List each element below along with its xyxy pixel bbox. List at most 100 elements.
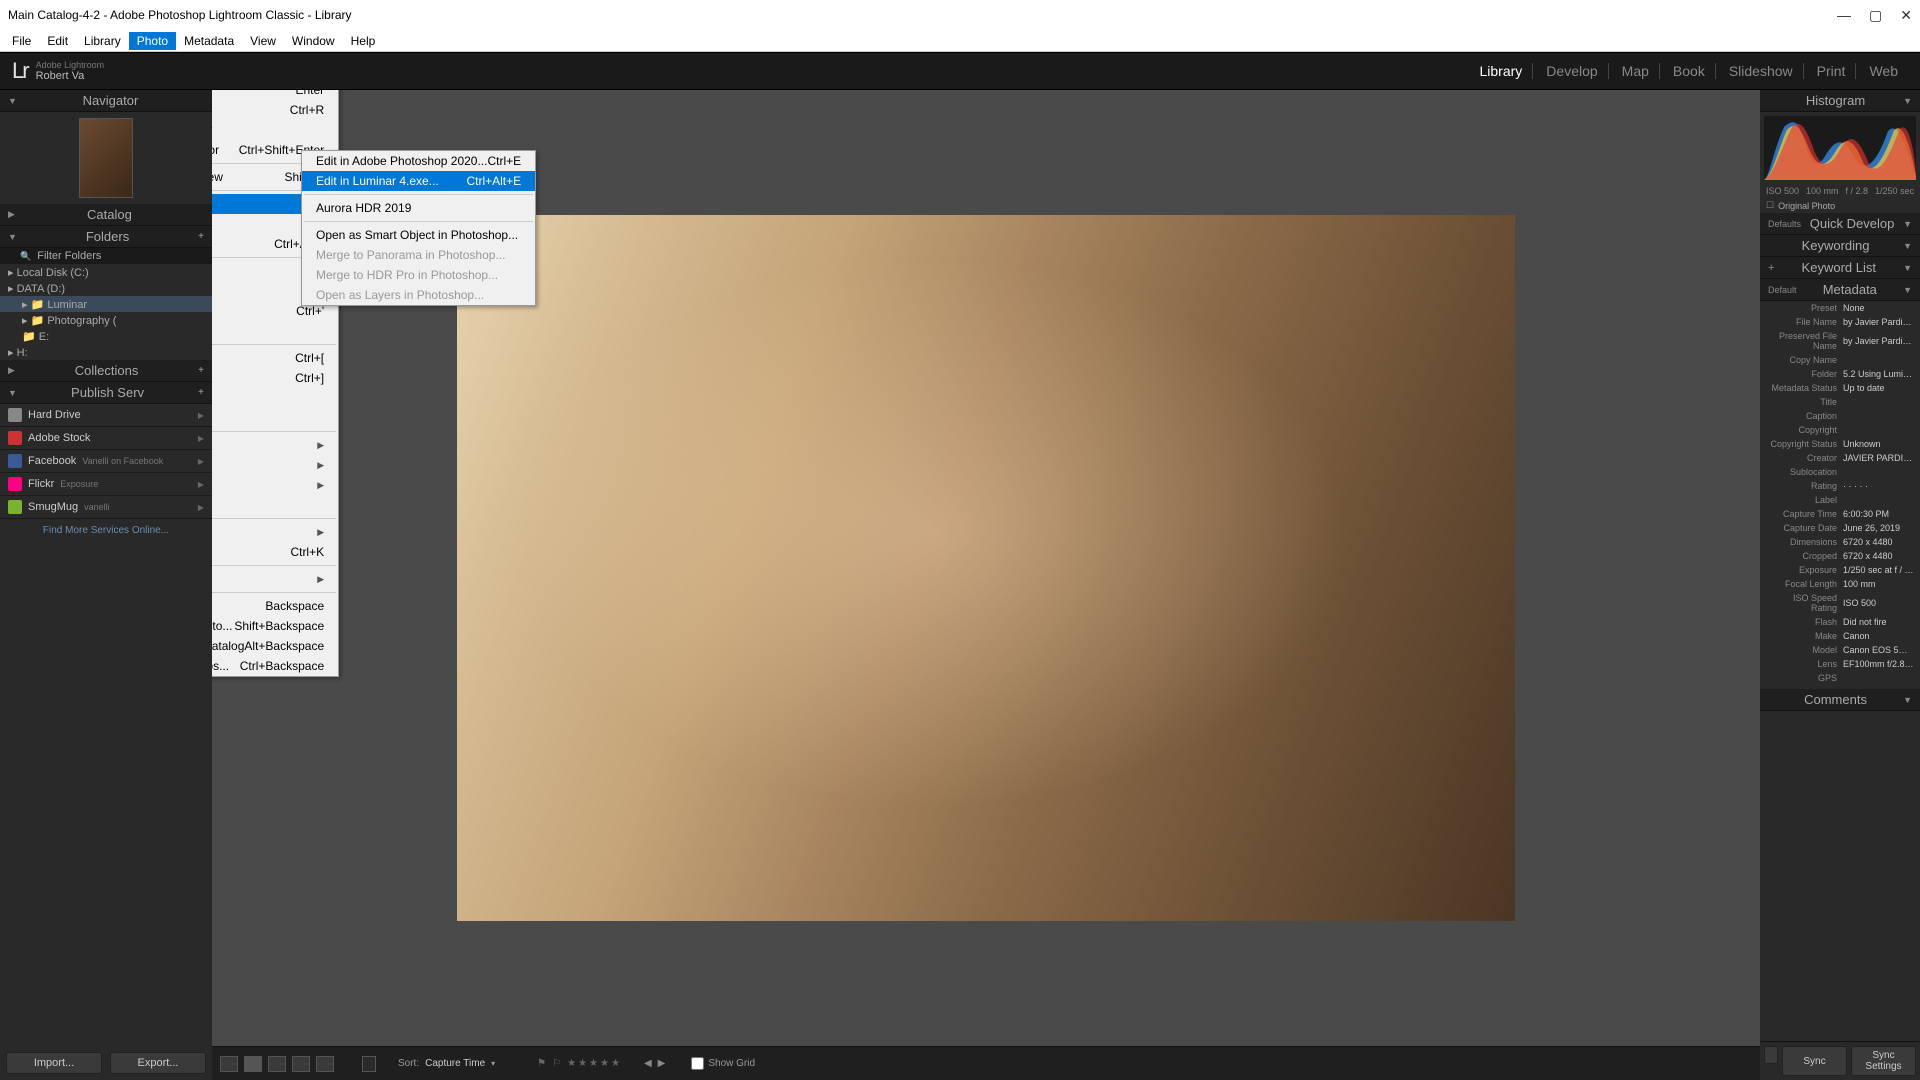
publish-flickr[interactable]: FlickrExposure▶ (0, 473, 212, 496)
module-print[interactable]: Print (1807, 63, 1857, 79)
flag-reject-icon[interactable]: ⚐ (552, 1058, 561, 1069)
publish-facebook[interactable]: FacebookVanelli on Facebook▶ (0, 450, 212, 473)
menu-view[interactable]: View (242, 32, 284, 50)
folder-row[interactable]: ▸ DATA (D:) (0, 280, 212, 296)
meta-title[interactable]: Title (1760, 395, 1920, 409)
publish-smugmug[interactable]: SmugMugvanelli▶ (0, 496, 212, 519)
sort-value[interactable]: Capture Time (425, 1058, 485, 1069)
meta-preserved-file-name[interactable]: Preserved File Nameby Javier Pardina.CR2 (1760, 329, 1920, 353)
meta-folder[interactable]: Folder5.2 Using Luminar... (1760, 367, 1920, 381)
sort-dropdown-icon[interactable]: ▾ (491, 1059, 495, 1068)
find-more-services[interactable]: Find More Services Online... (0, 519, 212, 542)
menuitem-flip-vertical[interactable]: Flip Vertical (212, 408, 338, 428)
menuitem-flip-horizontal[interactable]: Flip Horizontal (212, 388, 338, 408)
meta-gps[interactable]: GPS (1760, 671, 1920, 685)
image-canvas[interactable]: Add to Quick CollectionBZoom In on Loupe… (212, 90, 1760, 1046)
menuitem-remove-selected-photo[interactable]: Remove Selected Photo...Shift+Backspace (212, 616, 338, 636)
show-grid-checkbox[interactable] (691, 1057, 704, 1070)
publish-adobe-stock[interactable]: Adobe Stock▶ (0, 427, 212, 450)
collections-header[interactable]: ▶Collections+ (0, 360, 212, 382)
meta-copy-name[interactable]: Copy Name (1760, 353, 1920, 367)
menuitem-remove-photo-from-catalog[interactable]: Remove Photo from CatalogAlt+Backspace (212, 636, 338, 656)
sync-button[interactable]: Sync (1782, 1046, 1847, 1076)
metadata-header[interactable]: DefaultMetadata▼ (1760, 279, 1920, 301)
menuitem-delete-rejected-photos[interactable]: Delete Rejected Photos...Ctrl+Backspace (212, 656, 338, 676)
menuitem-remove-photo[interactable]: Remove Photo...Backspace (212, 596, 338, 616)
meta-caption[interactable]: Caption (1760, 409, 1920, 423)
preset-row[interactable]: PresetNone (1760, 301, 1920, 315)
menu-window[interactable]: Window (284, 32, 343, 50)
menu-edit[interactable]: Edit (39, 32, 76, 50)
meta-dimensions[interactable]: Dimensions6720 x 4480 (1760, 535, 1920, 549)
close-icon[interactable]: ✕ (1900, 7, 1912, 24)
import-button[interactable]: Import... (6, 1052, 102, 1074)
rating-stars[interactable]: ★★★★★ (567, 1058, 622, 1069)
meta-flash[interactable]: FlashDid not fire (1760, 615, 1920, 629)
meta-iso-speed-rating[interactable]: ISO Speed RatingISO 500 (1760, 591, 1920, 615)
meta-make[interactable]: MakeCanon (1760, 629, 1920, 643)
menu-library[interactable]: Library (76, 32, 129, 50)
meta-capture-time[interactable]: Capture Time6:00:30 PM (1760, 507, 1920, 521)
menuitem-develop-settings[interactable]: Develop Settings▶ (212, 569, 338, 589)
folders-header[interactable]: ▼Folders+ (0, 226, 212, 248)
filter-folders[interactable]: 🔍 Filter Folders (0, 248, 212, 264)
meta-focal-length[interactable]: Focal Length100 mm (1760, 577, 1920, 591)
menuitem-zoom-in-on-loupe[interactable]: Zoom In on LoupeEnter (212, 90, 338, 100)
module-slideshow[interactable]: Slideshow (1719, 63, 1804, 79)
meta-copyright-status[interactable]: Copyright StatusUnknown (1760, 437, 1920, 451)
next-photo-icon[interactable]: ▶ (658, 1058, 666, 1069)
menuitem-set-rating[interactable]: Set Rating▶ (212, 455, 338, 475)
prev-photo-icon[interactable]: ◀ (644, 1058, 652, 1069)
histogram[interactable] (1764, 116, 1916, 180)
loupe-view-icon[interactable] (244, 1056, 262, 1072)
menu-photo[interactable]: Photo (129, 32, 176, 50)
survey-view-icon[interactable] (292, 1056, 310, 1072)
module-web[interactable]: Web (1859, 63, 1908, 79)
comments-header[interactable]: Comments▼ (1760, 689, 1920, 711)
meta-label[interactable]: Label (1760, 493, 1920, 507)
sync-toggle[interactable] (1764, 1046, 1778, 1064)
meta-sublocation[interactable]: Sublocation (1760, 465, 1920, 479)
flag-pick-icon[interactable]: ⚑ (537, 1058, 546, 1069)
menuitem-edit-in-adobe-photoshop-2020[interactable]: Edit in Adobe Photoshop 2020...Ctrl+E (302, 151, 535, 171)
navigator-thumbnail[interactable] (79, 118, 133, 198)
quick-develop-header[interactable]: DefaultsQuick Develop▼ (1760, 213, 1920, 235)
painter-icon[interactable] (362, 1056, 376, 1072)
folder-row[interactable]: ▸ H: (0, 344, 212, 360)
publish-header[interactable]: ▼Publish Serv+ (0, 382, 212, 404)
menuitem-show-in-explorer[interactable]: Show in ExplorerCtrl+R (212, 100, 338, 120)
menuitem-aurora-hdr-2019[interactable]: Aurora HDR 2019 (302, 198, 535, 218)
module-develop[interactable]: Develop (1536, 63, 1608, 79)
meta-model[interactable]: ModelCanon EOS 5D M... (1760, 643, 1920, 657)
menuitem-rotate-left-ccw[interactable]: Rotate Left (CCW)Ctrl+[ (212, 348, 338, 368)
menuitem-set-keyword[interactable]: Set Keyword▶ (212, 522, 338, 542)
publish-hard-drive[interactable]: Hard Drive▶ (0, 404, 212, 427)
menu-help[interactable]: Help (343, 32, 384, 50)
show-grid-toggle[interactable]: Show Grid (691, 1057, 755, 1070)
grid-view-icon[interactable] (220, 1056, 238, 1072)
meta-rating[interactable]: Rating· · · · · (1760, 479, 1920, 493)
module-map[interactable]: Map (1612, 63, 1660, 79)
menu-metadata[interactable]: Metadata (176, 32, 242, 50)
folder-row[interactable]: ▸ Local Disk (C:) (0, 264, 212, 280)
meta-exposure[interactable]: Exposure1/250 sec at f / 2.8 (1760, 563, 1920, 577)
module-book[interactable]: Book (1663, 63, 1716, 79)
keywording-header[interactable]: Keywording▼ (1760, 235, 1920, 257)
meta-creator[interactable]: CreatorJAVIER PARDINA (1760, 451, 1920, 465)
folder-row[interactable]: ▸ 📁 Luminar (0, 296, 212, 312)
folder-row[interactable]: 📁 E: (0, 328, 212, 344)
menuitem-go-to-folder-in-library[interactable]: Go to Folder in Library (212, 120, 338, 140)
menuitem-add-keywords[interactable]: Add Keywords...Ctrl+K (212, 542, 338, 562)
compare-view-icon[interactable] (268, 1056, 286, 1072)
export-button[interactable]: Export... (110, 1052, 206, 1074)
menuitem-set-color-label[interactable]: Set Color Label▶ (212, 475, 338, 495)
histogram-header[interactable]: Histogram▼ (1760, 90, 1920, 112)
meta-capture-date[interactable]: Capture DateJune 26, 2019 (1760, 521, 1920, 535)
meta-metadata-status[interactable]: Metadata StatusUp to date (1760, 381, 1920, 395)
meta-cropped[interactable]: Cropped6720 x 4480 (1760, 549, 1920, 563)
meta-file-name[interactable]: File Nameby Javier Pardina.CR2 (1760, 315, 1920, 329)
menuitem-rotate-right-cw[interactable]: Rotate Right (CW)Ctrl+] (212, 368, 338, 388)
sync-settings-button[interactable]: Sync Settings (1851, 1046, 1916, 1076)
navigator-header[interactable]: ▼Navigator (0, 90, 212, 112)
minimize-icon[interactable]: — (1837, 7, 1851, 24)
